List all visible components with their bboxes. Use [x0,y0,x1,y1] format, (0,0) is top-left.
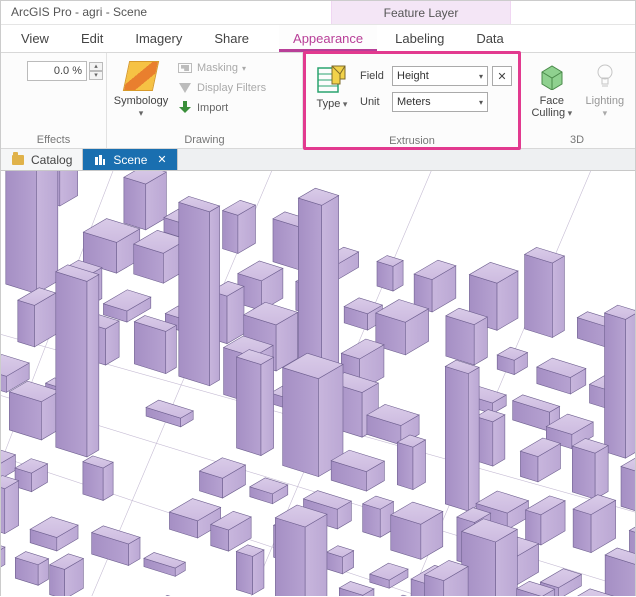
face-culling-button[interactable]: Face Culling [527,57,577,119]
group-label-3d: 3D [527,132,627,146]
doctab-scene-label: Scene [113,153,147,167]
scene-3d-canvas [1,171,635,596]
app-title: ArcGIS Pro - agri - Scene [1,1,331,24]
unit-combo[interactable]: Meters ▾ [392,92,488,112]
tab-appearance[interactable]: Appearance [279,25,377,52]
symbology-label: Symbology [113,95,169,119]
cube-icon [535,59,569,93]
group-label-drawing: Drawing [113,132,296,146]
group-label-extrusion: Extrusion [312,133,512,147]
document-tabs: Catalog Scene ✕ [1,149,635,171]
symbology-button[interactable]: Symbology [113,57,169,119]
face-culling-label: Face Culling [531,95,572,119]
group-label-effects: Effects [7,132,100,146]
extrusion-type-label: Type [317,98,348,110]
field-label: Field [360,70,388,82]
display-filters-button[interactable]: Display Filters [175,79,268,97]
doctab-catalog[interactable]: Catalog [1,149,83,170]
chevron-down-icon: ▾ [479,98,483,107]
field-combo[interactable]: Height ▾ [392,66,488,86]
group-drawing: Symbology Masking ▾ Display Filters Impo… [107,53,303,148]
ribbon: 0.0 % ▴ ▾ Effects Symbology Masking ▾ [1,53,635,149]
tab-view[interactable]: View [7,25,63,52]
spin-up-icon[interactable]: ▴ [89,62,103,71]
group-effects: 0.0 % ▴ ▾ Effects [1,53,107,148]
spin-down-icon[interactable]: ▾ [89,71,103,80]
extrusion-type-button[interactable]: Type [312,60,352,110]
group-extrusion: Type Field Height ▾ ✕ Unit Meters [303,51,521,150]
doctab-scene[interactable]: Scene ✕ [83,149,177,170]
import-button[interactable]: Import [175,99,268,117]
unit-value: Meters [397,96,431,108]
masking-button[interactable]: Masking ▾ [175,59,268,77]
transparency-value[interactable]: 0.0 % [27,61,87,81]
display-filters-label: Display Filters [197,82,266,94]
tab-imagery[interactable]: Imagery [121,25,196,52]
title-bar: ArcGIS Pro - agri - Scene Feature Layer [1,1,635,25]
tab-share[interactable]: Share [200,25,263,52]
import-label: Import [197,102,228,114]
close-icon: ✕ [497,70,506,83]
contextual-tab-label: Feature Layer [331,1,511,24]
tab-edit[interactable]: Edit [67,25,117,52]
tab-data[interactable]: Data [462,25,517,52]
group-3d: Face Culling Lighting 3D [521,53,633,148]
clear-extrusion-button[interactable]: ✕ [492,66,512,86]
lighting-button[interactable]: Lighting [583,57,627,119]
close-icon[interactable]: ✕ [153,153,166,166]
chevron-down-icon: ▾ [479,72,483,81]
import-icon [178,101,192,115]
scene-view[interactable] [1,171,635,597]
tab-labeling[interactable]: Labeling [381,25,458,52]
unit-label: Unit [360,96,388,108]
doctab-catalog-label: Catalog [31,153,72,167]
masking-label: Masking [197,62,238,74]
symbology-icon [123,61,159,91]
field-value: Height [397,70,429,82]
transparency-control[interactable]: 0.0 % ▴ ▾ [27,61,103,81]
folder-icon [12,155,24,165]
masking-icon [178,63,192,73]
lighting-label: Lighting [583,95,627,119]
filter-icon [179,83,191,93]
ribbon-tabs: View Edit Imagery Share Appearance Label… [1,25,635,53]
scene-icon [93,153,107,167]
lightbulb-icon [588,59,622,93]
extrusion-type-icon [315,62,349,96]
